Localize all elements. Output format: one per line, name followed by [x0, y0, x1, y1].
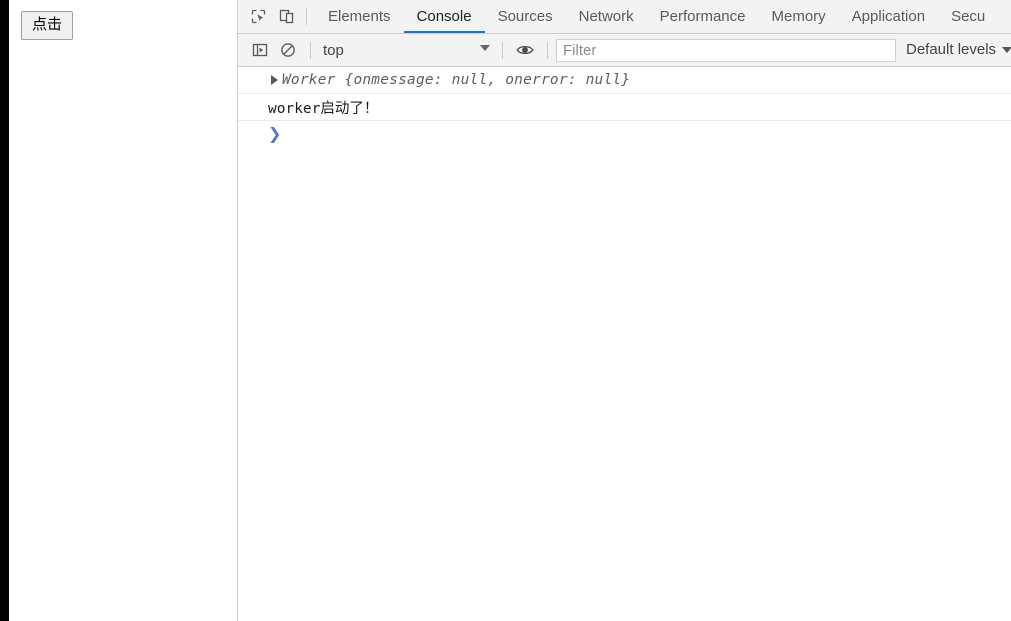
tab-application[interactable]: Application [839, 0, 938, 33]
device-toolbar-icon[interactable] [272, 3, 300, 31]
console-object-preview: Worker {onmessage: null, onerror: null} [282, 72, 631, 88]
prompt-chevron-icon: ❯ [268, 124, 282, 143]
console-toolbar-divider-2 [502, 41, 503, 59]
console-message-row[interactable]: worker启动了！ [238, 94, 1011, 121]
click-button[interactable]: 点击 [21, 11, 74, 40]
console-log-text: worker启动了！ [268, 100, 379, 117]
execution-context-value: top [323, 41, 344, 59]
filter-input[interactable] [556, 38, 896, 62]
tab-sources[interactable]: Sources [485, 0, 566, 33]
console-toolbar-divider [310, 41, 311, 59]
log-levels-label: Default levels [906, 41, 997, 58]
console-toolbar: top Default levels [238, 34, 1011, 67]
live-expression-icon[interactable] [511, 36, 539, 64]
execution-context-select[interactable]: top [319, 40, 494, 61]
chevron-down-icon [1002, 47, 1011, 53]
console-prompt[interactable]: ❯ [238, 121, 1011, 147]
devtools-tabbar: Elements Console Sources Network Perform… [238, 0, 1011, 34]
tab-network[interactable]: Network [566, 0, 647, 33]
window-left-edge [0, 0, 9, 621]
tab-security[interactable]: Secu [938, 0, 998, 33]
tab-memory[interactable]: Memory [759, 0, 839, 33]
chevron-down-icon [480, 44, 490, 51]
console-sidebar-icon[interactable] [246, 36, 274, 64]
tab-console[interactable]: Console [403, 0, 485, 33]
tab-elements[interactable]: Elements [315, 0, 404, 33]
web-page-content: 点击 [9, 0, 237, 621]
console-toolbar-divider-3 [547, 41, 548, 59]
console-message-list: Worker {onmessage: null, onerror: null} … [238, 67, 1011, 147]
screenshot-root: 点击 Elements Console Sources Network Perf… [0, 0, 1011, 621]
log-levels-select[interactable]: Default levels [906, 39, 1011, 61]
toolbar-divider [306, 8, 307, 25]
tab-performance[interactable]: Performance [647, 0, 759, 33]
inspect-element-icon[interactable] [244, 3, 272, 31]
devtools-panel: Elements Console Sources Network Perform… [237, 0, 1011, 621]
console-message-row[interactable]: Worker {onmessage: null, onerror: null} [238, 67, 1011, 94]
expand-triangle-icon[interactable] [271, 75, 278, 85]
clear-console-icon[interactable] [274, 36, 302, 64]
